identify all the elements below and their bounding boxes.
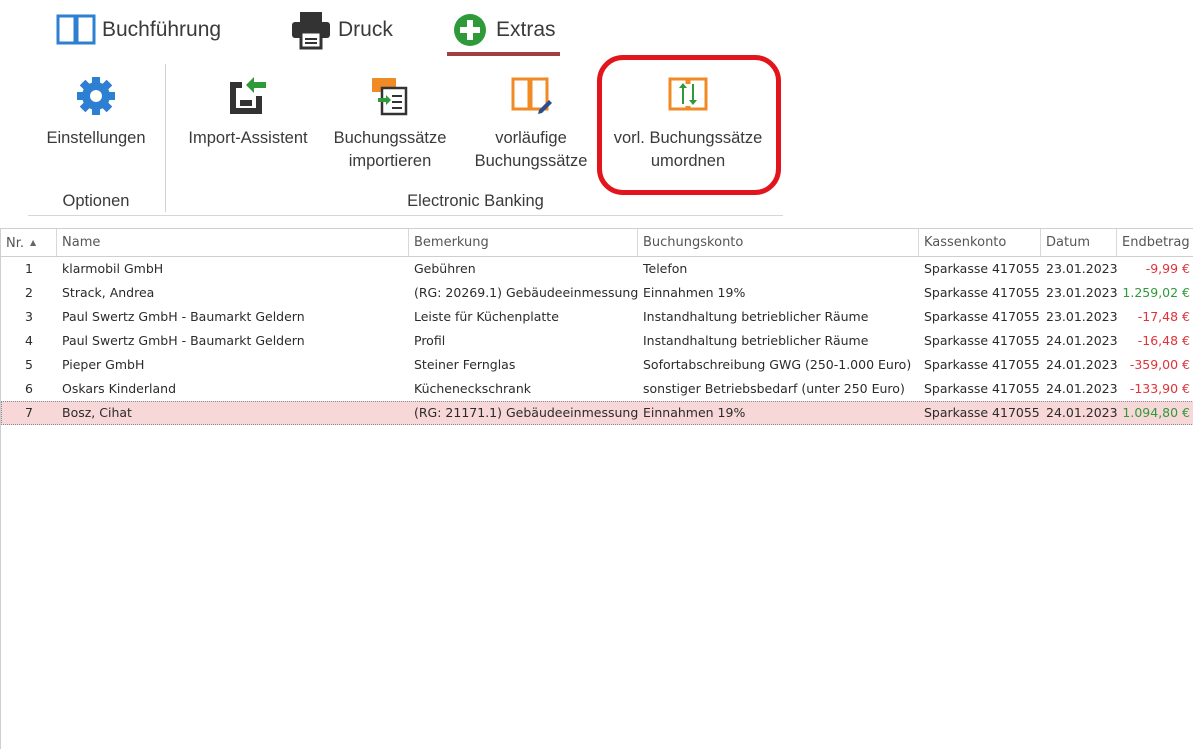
cell-kassenkonto: Sparkasse 417055 [924, 405, 1040, 420]
cell-nr: 2 [25, 285, 33, 300]
table-row[interactable]: 4 Paul Swertz GmbH - Baumarkt Geldern Prof… [1, 329, 1193, 353]
tab-buchfuehrung-label: Buchführung [102, 18, 222, 41]
buchungssaetze-importieren-label: Buchungssätze importieren [320, 127, 460, 173]
ribbon-tabs: Buchführung Druck Extras [0, 0, 800, 60]
cell-name: Pieper GmbH [62, 357, 145, 372]
tab-extras-label: Extras [496, 18, 556, 41]
vorlaeufige-buchungssaetze-button[interactable]: vorläufige Buchungssätze [462, 60, 600, 180]
table-row[interactable]: 7 Bosz, Cihat (RG: 21171.1) Gebäudeeinmess… [1, 401, 1193, 425]
cell-name: klarmobil GmbH [62, 261, 164, 276]
cell-datum: 23.01.2023 [1046, 309, 1117, 324]
cell-kassenkonto: Sparkasse 417055 [924, 309, 1040, 324]
cell-datum: 23.01.2023 [1046, 285, 1117, 300]
einstellungen-label: Einstellungen [46, 129, 146, 147]
cell-endbetrag: -359,00 € [1129, 357, 1190, 372]
cell-kassenkonto: Sparkasse 417055 [924, 357, 1040, 372]
cell-nr: 6 [25, 381, 33, 396]
cell-endbetrag: -16,48 € [1137, 333, 1190, 348]
tab-buchfuehrung[interactable]: Buchführung [56, 8, 221, 52]
cell-buchungskonto: Instandhaltung betrieblicher Räume [643, 333, 869, 348]
column-header-endbetrag[interactable]: Endbetrag [1117, 229, 1193, 256]
group-divider [165, 64, 166, 212]
cell-nr: 3 [25, 309, 33, 324]
highlight-frame [597, 55, 781, 195]
cell-kassenkonto: Sparkasse 417055 [924, 285, 1040, 300]
column-header-nr[interactable]: Nr. ▲ [1, 229, 57, 256]
cell-endbetrag: -9,99 € [1145, 261, 1190, 276]
cell-kassenkonto: Sparkasse 417055 [924, 381, 1040, 396]
einstellungen-button[interactable]: Einstellungen [34, 60, 158, 180]
cell-datum: 24.01.2023 [1046, 333, 1117, 348]
import-entries-icon [368, 74, 412, 118]
cell-bemerkung: Kücheneckschrank [414, 381, 531, 396]
cell-nr: 7 [25, 405, 33, 420]
column-header-bemerkung[interactable]: Bemerkung [409, 229, 638, 256]
printer-icon [290, 10, 332, 50]
cell-datum: 24.01.2023 [1046, 357, 1117, 372]
cell-buchungskonto: Telefon [643, 261, 688, 276]
tab-druck[interactable]: Druck [290, 8, 393, 52]
cell-datum: 24.01.2023 [1046, 381, 1117, 396]
cell-name: Bosz, Cihat [62, 405, 132, 420]
import-icon [226, 74, 270, 118]
cell-nr: 5 [25, 357, 33, 372]
import-assistent-label: Import-Assistent [188, 129, 308, 147]
cell-bemerkung: (RG: 20269.1) Gebäudeeinmessung [414, 285, 638, 300]
ribbon-bottom-divider [28, 215, 783, 216]
group-label-optionen: Optionen [62, 192, 130, 210]
label-line-1: Buchungssätze [333, 129, 447, 147]
column-header-buchungskonto[interactable]: Buchungskonto [638, 229, 919, 256]
cell-nr: 1 [25, 261, 33, 276]
cell-name: Strack, Andrea [62, 285, 155, 300]
cell-endbetrag: -133,90 € [1129, 381, 1190, 396]
gear-icon [74, 74, 118, 118]
column-header-kassenkonto[interactable]: Kassenkonto [919, 229, 1041, 256]
cell-name: Paul Swertz GmbH - Baumarkt Geldern [62, 309, 305, 324]
book-edit-icon [509, 74, 553, 118]
table-row[interactable]: 1 klarmobil GmbH Gebühren Telefon Sparkasse … [1, 257, 1193, 281]
column-header-name[interactable]: Name [57, 229, 409, 256]
cell-endbetrag: 1.094,80 € [1122, 405, 1190, 420]
plus-circle-icon [452, 12, 488, 48]
cell-kassenkonto: Sparkasse 417055 [924, 333, 1040, 348]
cell-bemerkung: Leiste für Küchenplatte [414, 309, 559, 324]
label-line-2: Buchungssätze [474, 152, 588, 170]
active-tab-indicator [447, 52, 560, 56]
buchungssaetze-importieren-button[interactable]: Buchungssätze importieren [320, 60, 460, 180]
cell-name: Paul Swertz GmbH - Baumarkt Geldern [62, 333, 305, 348]
table-row[interactable]: 2 Strack, Andrea (RG: 20269.1) Gebäudeeinm… [1, 281, 1193, 305]
cell-buchungskonto: sonstiger Betriebsbedarf (unter 250 Euro… [643, 381, 905, 396]
cell-buchungskonto: Sofortabschreibung GWG (250-1.000 Euro) [643, 357, 912, 372]
label-line-2: importieren [348, 152, 432, 170]
cell-buchungskonto: Einnahmen 19% [643, 285, 746, 300]
cell-name: Oskars Kinderland [62, 381, 177, 396]
cell-bemerkung: Gebühren [414, 261, 476, 276]
table-row[interactable]: 3 Paul Swertz GmbH - Baumarkt Geldern Leis… [1, 305, 1193, 329]
table-row[interactable]: 5 Pieper GmbH Steiner Fernglas Sofortabschr… [1, 353, 1193, 377]
tab-extras[interactable]: Extras [452, 8, 556, 52]
sort-ascending-icon: ▲ [30, 238, 37, 247]
cell-bemerkung: Profil [414, 333, 446, 348]
cell-bemerkung: Steiner Fernglas [414, 357, 516, 372]
cell-endbetrag: 1.259,02 € [1122, 285, 1190, 300]
cell-buchungskonto: Einnahmen 19% [643, 405, 746, 420]
cell-nr: 4 [25, 333, 33, 348]
cell-datum: 23.01.2023 [1046, 261, 1117, 276]
import-assistent-button[interactable]: Import-Assistent [175, 60, 321, 180]
cell-buchungskonto: Instandhaltung betrieblicher Räume [643, 309, 869, 324]
vorlaeufige-buchungssaetze-label: vorläufige Buchungssätze [462, 127, 600, 173]
cell-kassenkonto: Sparkasse 417055 [924, 261, 1040, 276]
cell-bemerkung: (RG: 21171.1) Gebäudeeinmessung [414, 405, 638, 420]
column-header-nr-label: Nr. [6, 236, 25, 251]
column-header-datum[interactable]: Datum [1041, 229, 1117, 256]
grid-header: Nr. ▲ Name Bemerkung Buchungskonto Kassen… [1, 229, 1193, 257]
bookings-grid: Nr. ▲ Name Bemerkung Buchungskonto Kassen… [0, 228, 1193, 749]
book-icon [56, 13, 96, 47]
label-line-1: vorläufige [495, 129, 567, 147]
table-row[interactable]: 6 Oskars Kinderland Kücheneckschrank sonsti… [1, 377, 1193, 401]
cell-datum: 24.01.2023 [1046, 405, 1117, 420]
tab-druck-label: Druck [338, 18, 393, 41]
cell-endbetrag: -17,48 € [1137, 309, 1190, 324]
